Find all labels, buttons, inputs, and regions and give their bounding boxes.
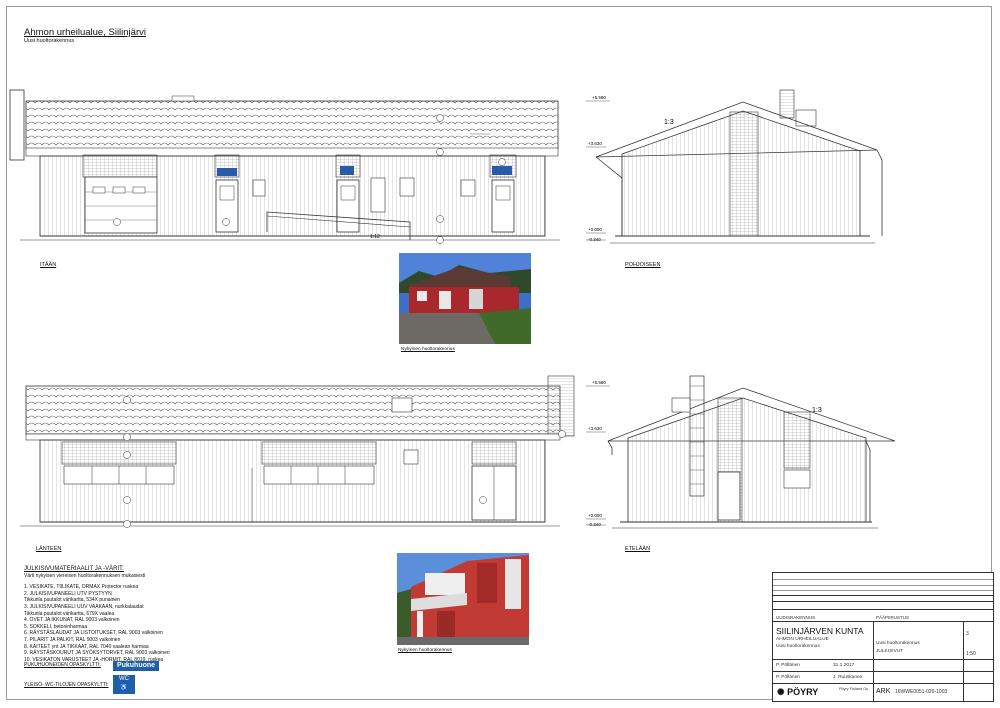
view-label-west: LÄNTEEN [36, 546, 62, 552]
photo-caption-2: Nykyinen huoltorakennus [398, 648, 452, 653]
changing-room-sign: Pukuhuone [113, 661, 159, 671]
wc-sign-text: WC [119, 676, 129, 682]
tb-designer: P. Pöllänen [776, 675, 800, 680]
materials-intro: Värit nykyisen viereisen huoltorakennuks… [24, 572, 146, 579]
view-label-north: POHJOISEEN [625, 262, 661, 268]
materials-item: Tikkurila puutalot värikartta, 534X puna… [24, 597, 120, 604]
tb-content: Uusi huoltorakennus [876, 641, 920, 646]
tb-company-logo: ✺ PÖYRY [777, 687, 819, 697]
materials-notes: JULKISIVUMATERIAALIT JA -VÄRIT: Värit ny… [24, 566, 254, 663]
tb-new-building: UUDISRAKENNUS [776, 615, 816, 620]
tb-company-full: Pöyry Finland Oy [839, 687, 869, 691]
materials-item: 9. RÄYSTÄSKOURUT JA SYÖKSYTORVET, RAL 90… [24, 650, 170, 657]
view-label-south: ETELÄÄN [625, 546, 651, 552]
company-logo-icon: ✺ [777, 687, 785, 697]
materials-item: 2. JULKISIVUPANEELI UTV PYSTYYN [24, 590, 112, 597]
tb-project: AHMON URHEILUALUE [776, 637, 829, 642]
tb-checker: J. Ruuskanen [833, 675, 863, 680]
materials-item: Tikkurila puutalot värikartta, 679X vaal… [24, 610, 115, 617]
tb-discipline: ARK [876, 688, 891, 695]
materials-heading: JULKISIVUMATERIAALIT JA -VÄRIT: [24, 566, 124, 572]
level-top-south: +5.580 [592, 380, 606, 385]
roof-slope-north: 1:3 [664, 119, 674, 126]
view-label-east: ITÄÄN [40, 262, 57, 268]
north-elevation [586, 89, 883, 244]
materials-item: 3. JULKISIVUPANEELI UUV VAAKAAN, nurkkal… [24, 603, 144, 610]
wc-sign-label: YLEISÖ- WC-TILOJEN OPASKYLTTI: [24, 682, 109, 688]
tb-drawer: P. Pöllänen [776, 663, 800, 668]
level-zero-north: +0.000 [588, 227, 602, 232]
level-zero-south: +0.000 [588, 513, 602, 518]
tb-design-type: PÄÄPIIRUSTUS [876, 615, 910, 620]
materials-item: 4. OVET JA IKKUNAT, RAL 9003 valkoinen [24, 617, 120, 624]
materials-item: 7. PILARIT JA PALKIT, RAL 9003 valkoinen [24, 636, 121, 643]
roof-slope-south: 1:3 [812, 407, 822, 414]
tb-building: Uusi huoltorakennus [776, 644, 820, 649]
tb-client: SIILINJÄRVEN KUNTA [776, 626, 864, 636]
tb-date: 31.1.2017 [833, 663, 855, 668]
tb-drawing-number: 16WWE0051-020-1003 [895, 689, 948, 695]
tb-scale: 1:50 [966, 651, 976, 657]
ramp-slope: 1:12 [370, 234, 380, 240]
existing-building-photo-2 [397, 553, 529, 645]
east-elevation [9, 89, 560, 244]
south-elevation [586, 375, 896, 529]
tb-revision: 3 [966, 631, 969, 637]
level-eave-north: +3.630 [588, 141, 602, 146]
sign-label: PUKUHUONEIDEN OPASKYLTTI: [24, 662, 101, 668]
level-top-north: +5.580 [592, 95, 606, 100]
level-ground-south: -0.340 [588, 522, 601, 527]
title-block: UUDISRAKENNUS PÄÄPIIRUSTUS SIILINJÄRVEN … [772, 572, 994, 702]
wc-sign: WC ♿ [113, 675, 135, 694]
wheelchair-icon: ♿ [120, 685, 128, 691]
level-eave-south: +3.630 [588, 426, 602, 431]
west-elevation [20, 375, 575, 528]
existing-building-photo-1 [399, 253, 531, 344]
photo-caption-1: Nykyinen huoltorakennus [401, 347, 455, 352]
materials-item: 6. RÄYSTÄSLAUDAT JA LISTOITUKSET, RAL 90… [24, 630, 163, 637]
tb-drawing: JULKISIVUT [876, 649, 904, 654]
materials-item: 1. VESIKATE, TIILIKATE, ORMAX Protector … [24, 584, 139, 591]
level-ground-north: -0.340 [588, 237, 601, 242]
